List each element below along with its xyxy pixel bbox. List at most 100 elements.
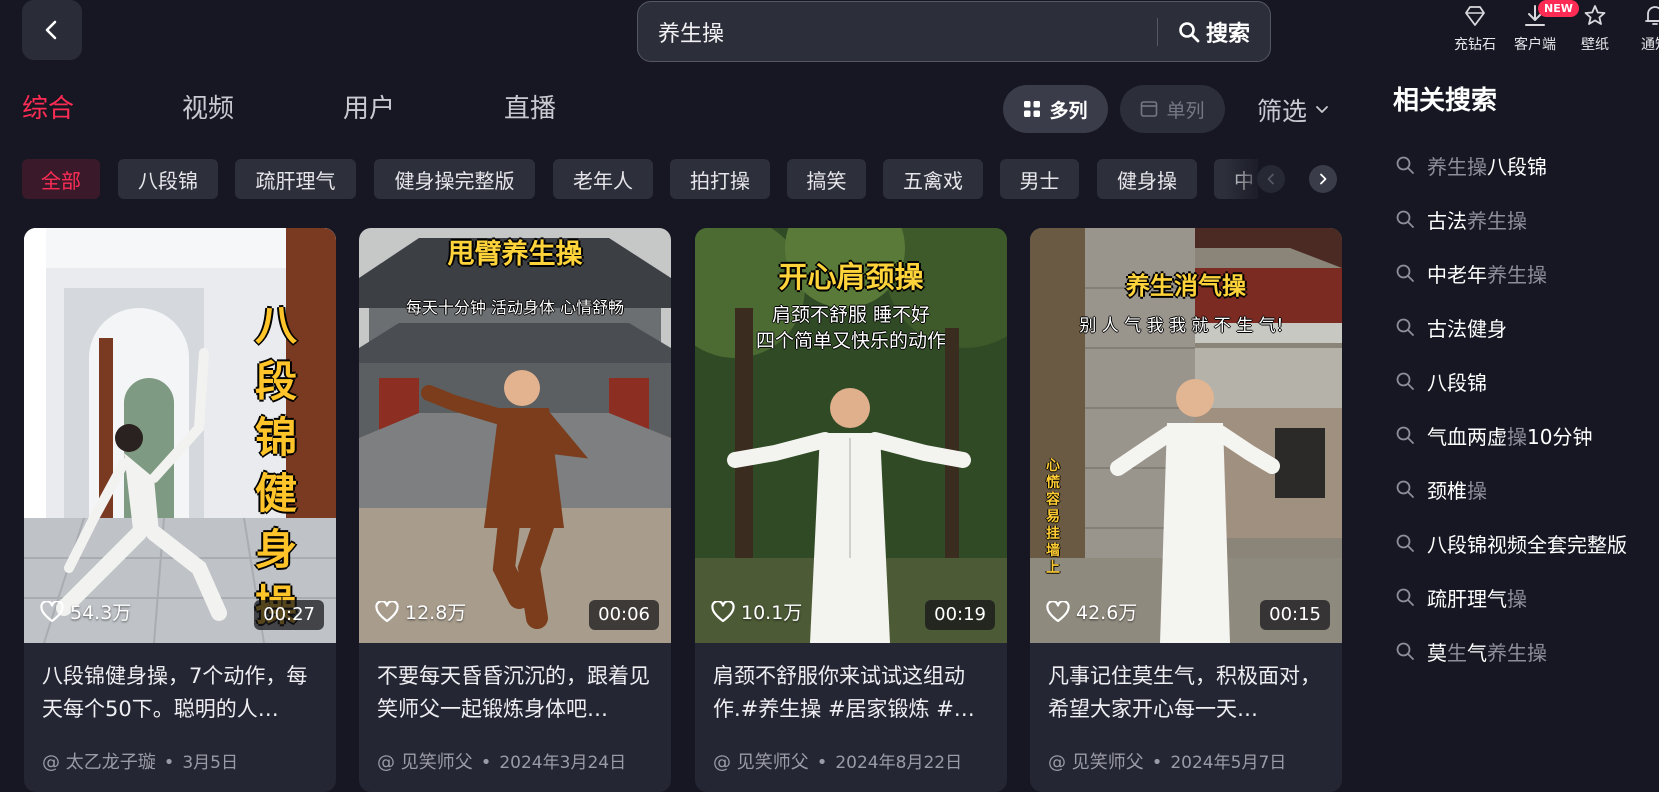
filter-button[interactable]: 筛选 <box>1257 92 1329 128</box>
top-action-label: 客户端 <box>1514 37 1556 53</box>
video-card[interactable]: 八段锦健身操 54.3万 00:27 八段锦健身操，7个动作，每天每个50下。聪… <box>24 228 336 792</box>
video-likes-count: 42.6万 <box>1076 602 1138 624</box>
video-overlay-title: 甩臂养生操 <box>447 239 583 270</box>
video-overlay-title: 八段锦健身操 <box>254 301 297 630</box>
video-likes-count: 12.8万 <box>405 602 467 624</box>
filter-label: 筛选 <box>1257 97 1308 126</box>
related-search-text: 古法 <box>1427 208 1467 233</box>
video-author[interactable]: @ 见笑师父 <box>1048 752 1144 773</box>
related-search-highlight: 生 <box>1447 640 1467 665</box>
related-search-item[interactable]: 养生操八段锦 <box>1395 150 1547 180</box>
chip[interactable]: 健身操完整版 <box>374 159 535 199</box>
chip[interactable]: 八段锦 <box>118 159 218 199</box>
related-search-label: 养生操八段锦 <box>1427 151 1547 180</box>
video-card[interactable]: 甩臂养生操 每天十分钟 活动身体 心情舒畅 12.8万 00:06 不要每天昏昏… <box>359 228 671 792</box>
video-meta: @ 见笑师父 • 2024年5月7日 <box>1048 752 1287 773</box>
chip[interactable]: 疏肝理气 <box>235 159 356 199</box>
related-search-text: 八段锦 <box>1427 370 1487 395</box>
back-button[interactable] <box>22 0 82 60</box>
related-search-label: 古法健身 <box>1427 313 1507 342</box>
view-multi-column-button[interactable]: 多列 <box>1003 85 1108 133</box>
search-input[interactable]: 养生操 <box>658 16 1157 48</box>
related-search-item[interactable]: 颈椎操 <box>1395 474 1487 504</box>
search-icon <box>1395 371 1415 391</box>
top-action-diamond[interactable]: 充钻石 <box>1445 4 1505 66</box>
search-icon <box>1178 21 1200 43</box>
video-description: 凡事记住莫生气，积极面对，希望大家开心每一天… <box>1048 664 1321 721</box>
heart-icon <box>711 600 735 623</box>
search-button[interactable]: 搜索 <box>1158 16 1270 48</box>
related-search-text: 古法健身 <box>1427 316 1507 341</box>
tab-live[interactable]: 直播 <box>504 88 556 125</box>
related-search-item[interactable]: 古法健身 <box>1395 312 1507 342</box>
search-icon <box>1395 263 1415 283</box>
video-thumbnail: 养生消气操 别 人 气 我 我 就 不 生 气！ 心慌容易挂墙上 <box>1030 228 1342 643</box>
related-search-highlight: 操 <box>1467 478 1487 503</box>
chip[interactable]: 健身操 <box>1097 159 1197 199</box>
search-bar: 养生操 搜索 <box>637 1 1271 62</box>
related-search-item[interactable]: 八段锦 <box>1395 366 1487 396</box>
related-search-highlight: 养生操 <box>1487 640 1547 665</box>
top-action-notify[interactable]: 通知 <box>1625 4 1659 66</box>
view-single-column-button[interactable]: 单列 <box>1120 85 1225 133</box>
tab-users[interactable]: 用户 <box>343 88 395 125</box>
chip[interactable]: 男士 <box>1000 159 1079 199</box>
related-search-item[interactable]: 八段锦视频全套完整版 <box>1395 528 1627 558</box>
video-meta: @ 太乙龙子璇 • 3月5日 <box>42 752 238 773</box>
related-search-text: 中老年 <box>1427 262 1487 287</box>
video-author[interactable]: @ 太乙龙子璇 <box>42 752 156 773</box>
top-action-label: 通知 <box>1641 37 1659 53</box>
video-likes-count: 10.1万 <box>741 602 803 624</box>
related-search-text: 10分钟 <box>1527 424 1593 449</box>
tab-comprehensive[interactable]: 综合 <box>22 88 74 125</box>
chip-all[interactable]: 全部 <box>22 159 100 199</box>
video-description: 不要每天昏昏沉沉的，跟着见笑师父一起锻炼身体吧… <box>377 664 650 721</box>
chevron-down-icon <box>1315 105 1329 115</box>
heart-icon <box>375 600 399 623</box>
related-search-item[interactable]: 莫生气养生操 <box>1395 636 1547 666</box>
video-overlay-title: 开心肩颈操 <box>778 260 924 294</box>
video-overlay-subtitle: 四个简单又快乐的动作 <box>755 330 946 352</box>
video-duration: 00:19 <box>925 600 995 630</box>
related-search-text: 八段锦 <box>1487 154 1547 179</box>
related-search-text: 气 <box>1467 640 1487 665</box>
chip[interactable]: 拍打操 <box>670 159 770 199</box>
related-search-highlight: 养生操 <box>1467 208 1527 233</box>
new-badge: NEW <box>1538 0 1579 17</box>
related-search-label: 中老年养生操 <box>1427 259 1547 288</box>
chip-scroll-next-button[interactable] <box>1309 165 1337 193</box>
video-card[interactable]: 开心肩颈操 肩颈不舒服 睡不好 四个简单又快乐的动作 10.1万 00:19 肩… <box>695 228 1007 792</box>
grid-icon <box>1023 100 1041 118</box>
video-card[interactable]: 养生消气操 别 人 气 我 我 就 不 生 气！ 心慌容易挂墙上 42.6万 0… <box>1030 228 1342 792</box>
video-likes-count: 54.3万 <box>70 602 132 624</box>
related-search-item[interactable]: 气血两虚操10分钟 <box>1395 420 1592 450</box>
chip[interactable]: 五禽戏 <box>883 159 983 199</box>
related-search-item[interactable]: 古法养生操 <box>1395 204 1527 234</box>
video-duration: 00:15 <box>1260 600 1330 630</box>
search-button-label: 搜索 <box>1205 21 1250 47</box>
view-single-label: 单列 <box>1166 99 1205 122</box>
bell-icon <box>1642 4 1659 28</box>
chip-scroll-prev-button[interactable] <box>1257 165 1285 193</box>
single-column-icon <box>1140 100 1158 118</box>
tab-videos[interactable]: 视频 <box>182 88 234 125</box>
video-description: 八段锦健身操，7个动作，每天每个50下。聪明的人… <box>42 664 308 721</box>
related-search-item[interactable]: 中老年养生操 <box>1395 258 1547 288</box>
chevron-left-icon <box>41 19 63 41</box>
wallpaper-icon <box>1582 4 1608 28</box>
heart-icon <box>1046 600 1070 623</box>
chip[interactable]: 老年人 <box>553 159 653 199</box>
related-search-highlight: 操 <box>1507 586 1527 611</box>
chip[interactable]: 搞笑 <box>787 159 866 199</box>
related-search-text: 八段锦视频全套完整版 <box>1427 532 1627 557</box>
related-search-label: 莫生气养生操 <box>1427 637 1547 666</box>
video-description: 肩颈不舒服你来试试这组动作.#养生操 #居家锻炼 #… <box>713 664 975 721</box>
video-overlay-subtitle: 肩颈不舒服 睡不好 <box>771 304 931 326</box>
related-search-item[interactable]: 疏肝理气操 <box>1395 582 1527 612</box>
video-author[interactable]: @ 见笑师父 <box>713 752 809 773</box>
video-author[interactable]: @ 见笑师父 <box>377 752 473 773</box>
search-icon <box>1395 533 1415 553</box>
chevron-left-icon <box>1266 173 1276 185</box>
video-thumbnail: 甩臂养生操 每天十分钟 活动身体 心情舒畅 <box>359 228 671 643</box>
video-meta: @ 见笑师父 • 2024年3月24日 <box>377 752 627 773</box>
